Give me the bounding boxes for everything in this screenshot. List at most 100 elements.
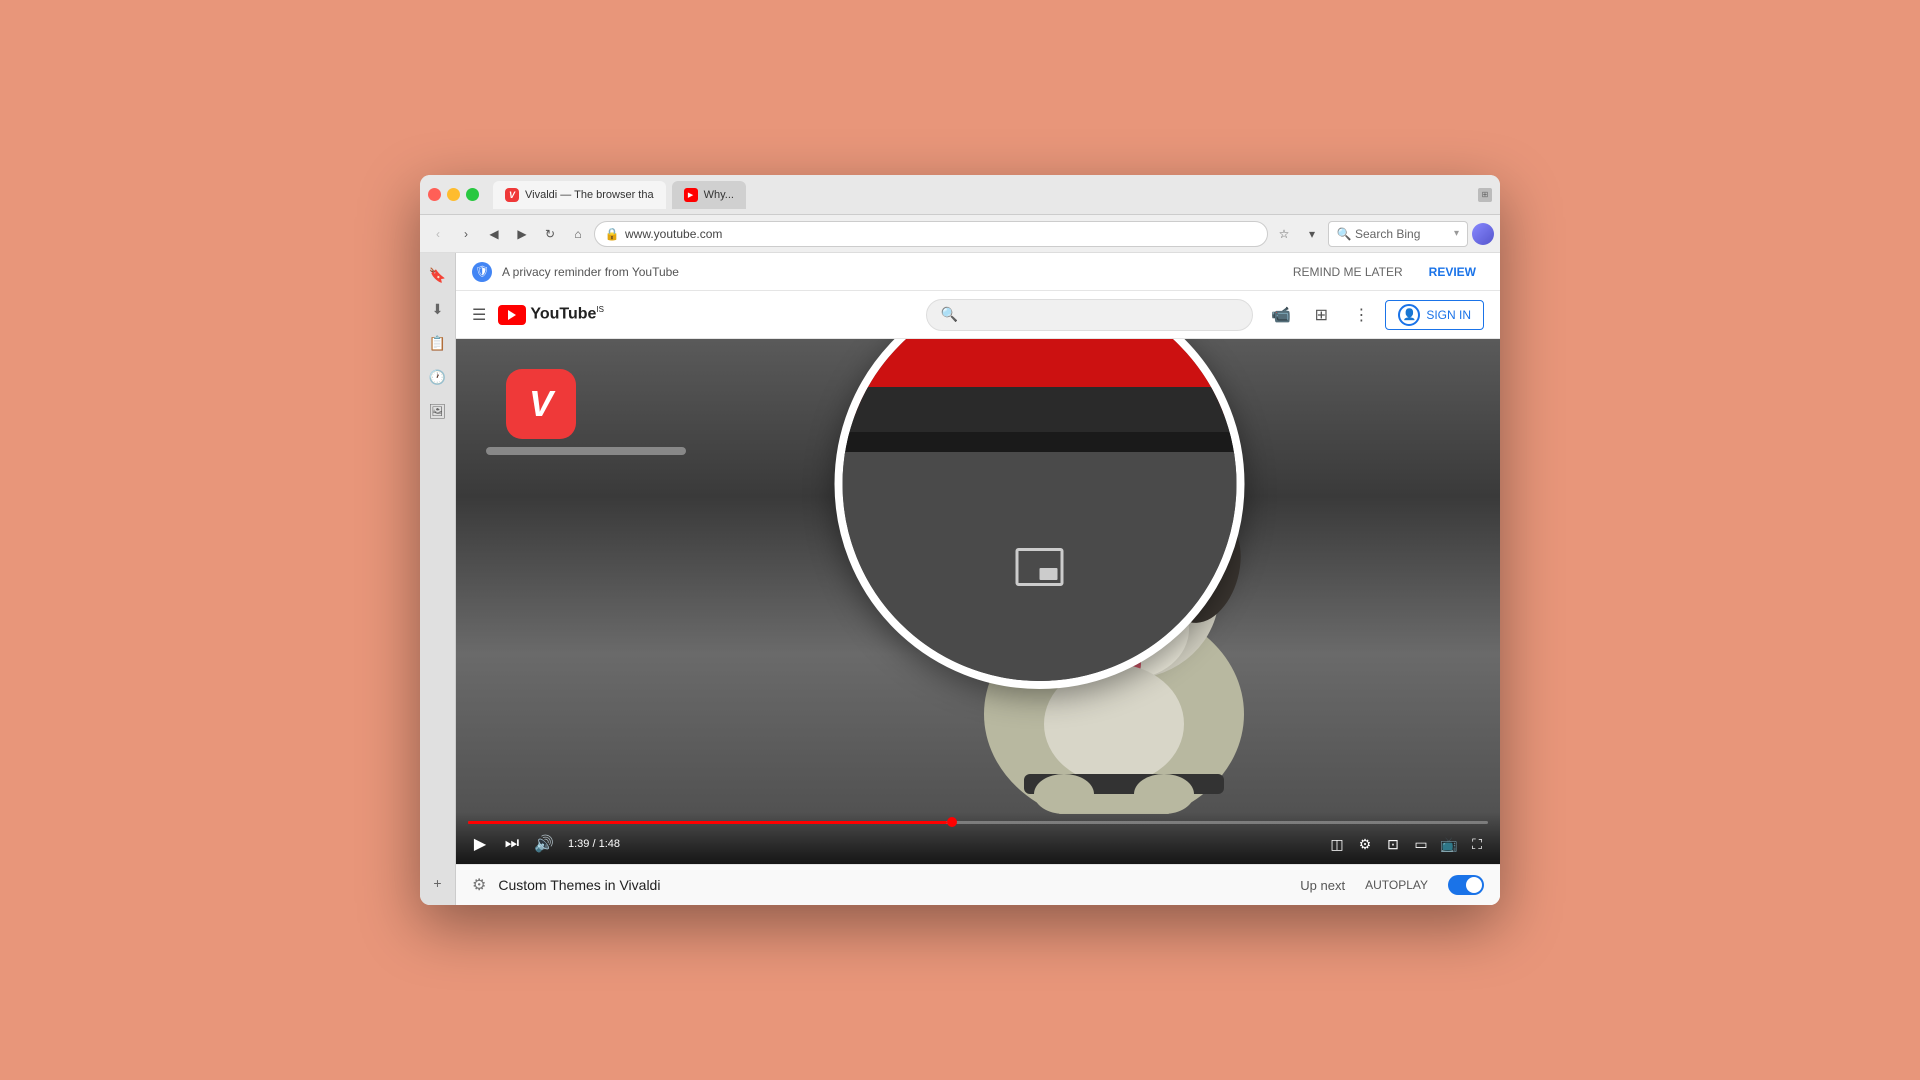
minimize-button[interactable]	[447, 188, 460, 201]
magnifier-content	[843, 339, 1237, 681]
subtitles-icon: ◫	[1330, 836, 1343, 853]
yt-logo-icon	[498, 305, 526, 325]
sidebar-downloads[interactable]: ⬇	[424, 295, 452, 323]
autoplay-label: AUTOPLAY	[1365, 878, 1428, 892]
volume-button[interactable]: 🔊	[532, 832, 556, 856]
shelf-prop	[486, 447, 686, 455]
tab-why[interactable]: ▶ Why...	[672, 181, 746, 209]
youtube-header: ☰ YouTubeIS 🔍 📹	[456, 291, 1500, 339]
progress-fill	[468, 821, 947, 824]
toolbar: ‹ › ◀ ▶ ↻ ⌂ 🔒 www.youtube.com ☆ ▾ 🔍 Sear…	[420, 215, 1500, 253]
yt-search-bar[interactable]: 🔍	[926, 299, 1254, 331]
close-button[interactable]	[428, 188, 441, 201]
mag-body	[843, 452, 1237, 681]
next-tab-button[interactable]: ▶	[510, 222, 534, 246]
bookmark-dropdown[interactable]: ▾	[1300, 222, 1324, 246]
bookmark-icon: 🔖	[429, 267, 446, 284]
tab-vivaldi-label: Vivaldi — The browser tha	[525, 189, 654, 201]
hamburger-menu[interactable]: ☰	[472, 305, 486, 325]
video-title: Custom Themes in Vivaldi	[498, 877, 660, 893]
sign-in-button[interactable]: 👤 SIGN IN	[1385, 300, 1484, 330]
pip-icon	[1016, 548, 1064, 586]
fullscreen-button[interactable]: ⛶	[1466, 833, 1488, 855]
more-dots-icon: ⋮	[1353, 305, 1369, 325]
forward-button[interactable]: ›	[454, 222, 478, 246]
yt-more-icon[interactable]: ⋮	[1345, 299, 1377, 331]
add-icon: +	[433, 875, 441, 891]
sidebar: 🔖 ⬇ 📋 🕐 🖼 +	[420, 253, 456, 905]
yt-header-actions: 📹 ⊞ ⋮ 👤 SIGN IN	[1265, 299, 1484, 331]
prev-tab-button[interactable]: ◀	[482, 222, 506, 246]
home-button[interactable]: ⌂	[566, 222, 590, 246]
play-triangle	[508, 310, 516, 320]
cast-icon: 📺	[1440, 836, 1457, 853]
sign-in-account-icon: 👤	[1398, 304, 1420, 326]
yt-video-icon[interactable]: 📹	[1265, 299, 1297, 331]
miniplayer-icon: ⊡	[1387, 836, 1399, 853]
traffic-lights	[428, 188, 479, 201]
window-action-button[interactable]: ⊞	[1478, 188, 1492, 202]
sidebar-notes[interactable]: 🕐	[424, 363, 452, 391]
video-settings-icon[interactable]: ⚙	[472, 875, 486, 895]
browser-body: 🔖 ⬇ 📋 🕐 🖼 + 🛡	[420, 253, 1500, 905]
search-bar[interactable]: 🔍 Search Bing ▾	[1328, 221, 1468, 247]
sidebar-capture[interactable]: 🖼	[424, 397, 452, 425]
youtube-logo[interactable]: YouTubeIS	[498, 305, 604, 325]
sidebar-add[interactable]: +	[424, 869, 452, 897]
apps-grid-icon: ⊞	[1315, 305, 1328, 325]
download-icon: ⬇	[432, 301, 444, 318]
capture-icon: 🖼	[429, 403, 447, 420]
play-icon: ▶	[474, 834, 486, 854]
search-engine-indicator: ▾	[1454, 228, 1459, 239]
play-button[interactable]: ▶	[468, 832, 492, 856]
url-text: www.youtube.com	[625, 227, 1257, 241]
back-button[interactable]: ‹	[426, 222, 450, 246]
gear-icon: ⚙	[1359, 836, 1372, 853]
user-avatar[interactable]	[1472, 223, 1494, 245]
main-content: 🛡 A privacy reminder from YouTube REMIND…	[456, 253, 1500, 905]
vivaldi-logo-prop: V	[506, 369, 576, 439]
yt-search-icon: 🔍	[941, 306, 958, 323]
window-icon: ⊞	[1482, 190, 1489, 199]
video-controls: ▶ ⏭ 🔊 1:39 / 1:48 ◫	[456, 812, 1500, 864]
sidebar-bookmarks[interactable]: 🔖	[424, 261, 452, 289]
autoplay-toggle[interactable]	[1448, 875, 1484, 895]
banner-text: A privacy reminder from YouTube	[502, 265, 1275, 279]
remind-later-button[interactable]: REMIND ME LATER	[1285, 261, 1411, 283]
review-button[interactable]: REVIEW	[1421, 261, 1484, 283]
lock-icon: 🔒	[605, 227, 619, 241]
theatre-mode-button[interactable]: ▭	[1410, 833, 1432, 855]
volume-icon: 🔊	[534, 834, 554, 854]
address-bar[interactable]: 🔒 www.youtube.com	[594, 221, 1268, 247]
privacy-banner: 🛡 A privacy reminder from YouTube REMIND…	[456, 253, 1500, 291]
pip-inner	[1040, 568, 1058, 580]
settings-button[interactable]: ⚙	[1354, 833, 1376, 855]
cast-button[interactable]: 📺	[1438, 833, 1460, 855]
yt-logo-text: YouTubeIS	[530, 305, 604, 323]
progress-dot	[947, 817, 957, 827]
magnifier	[835, 339, 1245, 689]
subtitles-button[interactable]: ◫	[1326, 833, 1348, 855]
miniplayer-button[interactable]: ⊡	[1382, 833, 1404, 855]
next-button[interactable]: ⏭	[500, 832, 524, 856]
sidebar-history[interactable]: 📋	[424, 329, 452, 357]
maximize-button[interactable]	[466, 188, 479, 201]
up-next-area: Up next AUTOPLAY	[1300, 875, 1484, 895]
progress-bar[interactable]	[468, 821, 1488, 824]
controls-row: ▶ ⏭ 🔊 1:39 / 1:48 ◫	[468, 832, 1488, 856]
right-controls: ◫ ⚙ ⊡ ▭ 📺	[1326, 833, 1488, 855]
fullscreen-icon: ⛶	[1472, 836, 1482, 853]
bookmark-button[interactable]: ☆	[1272, 222, 1296, 246]
video-player[interactable]: V	[456, 339, 1500, 864]
reload-button[interactable]: ↻	[538, 222, 562, 246]
tab-vivaldi[interactable]: V Vivaldi — The browser tha	[493, 181, 666, 209]
tab-why-label: Why...	[704, 189, 734, 201]
browser-window: V Vivaldi — The browser tha ▶ Why... ⊞ ‹…	[420, 175, 1500, 905]
shield-icon: 🛡	[472, 262, 492, 282]
toggle-dot	[1466, 877, 1482, 893]
sign-in-label: SIGN IN	[1426, 308, 1471, 322]
title-bar: V Vivaldi — The browser tha ▶ Why... ⊞	[420, 175, 1500, 215]
search-text: Search Bing	[1355, 227, 1420, 241]
search-icon: 🔍	[1337, 227, 1351, 241]
yt-apps-icon[interactable]: ⊞	[1305, 299, 1337, 331]
